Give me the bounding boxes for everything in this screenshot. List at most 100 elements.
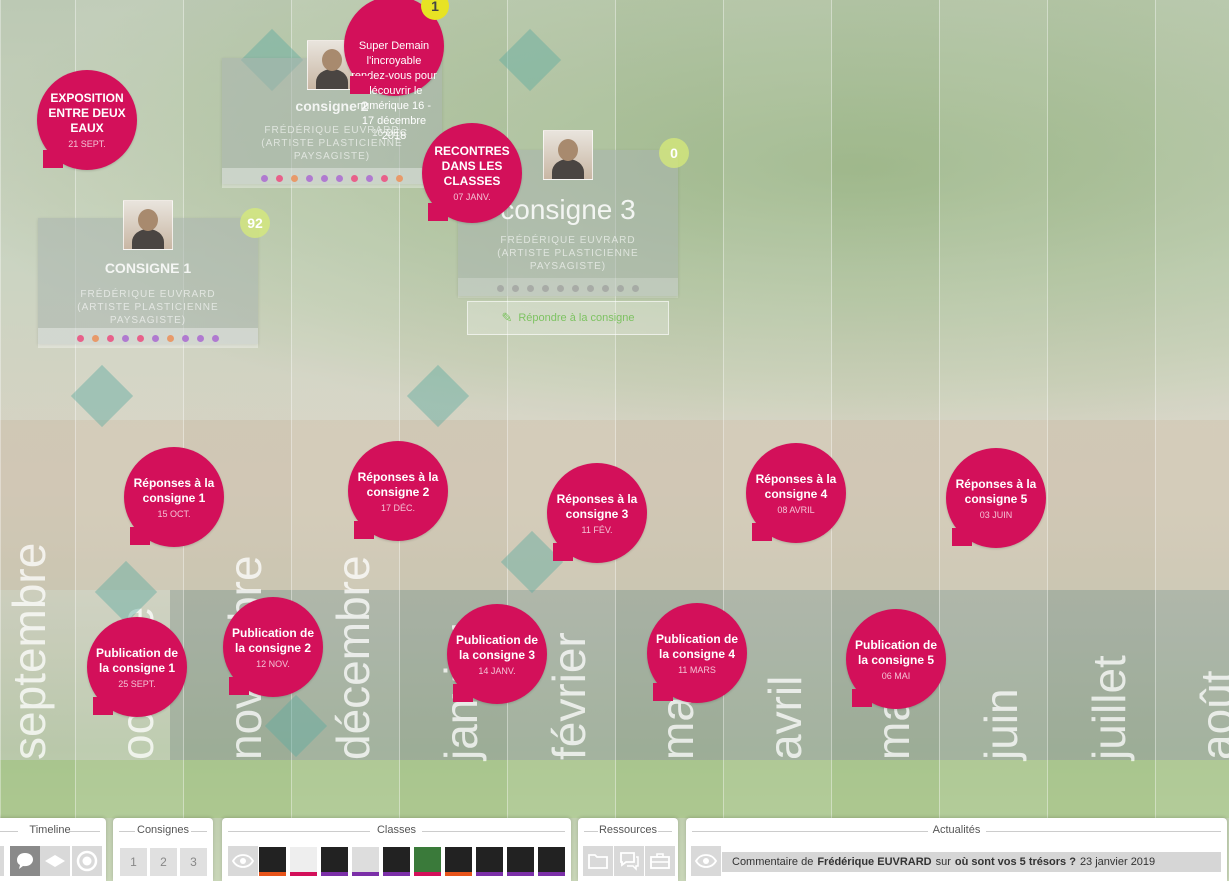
event-title: Super Demain l'incroyable rendez-vous po… — [351, 39, 437, 142]
event-date: 15 OCT. — [157, 508, 191, 519]
timeline-panel: Timeline — [0, 818, 106, 881]
respond-consigne-button[interactable]: ✎ Répondre à la consigne — [467, 301, 669, 335]
show-diamonds-button[interactable] — [40, 846, 70, 876]
event-title: Publication de la consigne 5 — [854, 637, 937, 667]
news-date: 23 janvier 2019 — [1079, 856, 1156, 868]
event-date: 21 SEPT. — [68, 139, 106, 149]
actualites-panel-title: Actualités — [932, 824, 981, 836]
speech-bubble-icon — [17, 853, 33, 869]
consigne-filter-2[interactable]: 2 — [150, 848, 177, 876]
class-thumbnail[interactable] — [383, 847, 410, 876]
event-title: Publication de la consigne 2 — [231, 625, 314, 655]
eye-toggle-button[interactable] — [0, 846, 4, 876]
consignes-panel-title: Consignes — [137, 824, 189, 836]
event-title: Publication de la consigne 4 — [655, 631, 738, 661]
event-bubble-publication-2[interactable]: Publication de la consigne 2 12 NOV. — [223, 597, 323, 697]
consigne-author: FRÉDÉRIQUE EUVRARD (ARTISTE PLASTICIENNE… — [497, 235, 639, 272]
avatar — [543, 130, 593, 180]
consigne-class-dots — [458, 278, 678, 298]
folder-icon — [588, 854, 608, 869]
show-targets-button[interactable] — [72, 846, 102, 876]
class-thumbnail[interactable] — [507, 847, 534, 876]
event-bubble-exposition[interactable]: EXPOSITION ENTRE DEUX EAUX 21 SEPT. — [37, 70, 137, 170]
event-title: Réponses à la consigne 5 — [955, 476, 1037, 506]
consigne-filter-1[interactable]: 1 — [120, 848, 147, 876]
news-item[interactable]: Commentaire de Frédérique EUVRARD sur où… — [722, 852, 1221, 872]
diamond-icon — [45, 855, 65, 867]
briefcase-icon — [650, 853, 670, 869]
class-thumbnail[interactable] — [321, 847, 348, 876]
event-title: Réponses à la consigne 1 — [133, 475, 215, 505]
event-date: 14 JANV. — [478, 665, 516, 676]
consigne-class-dots — [38, 328, 258, 348]
event-title: Publication de la consigne 1 — [95, 645, 178, 675]
news-author: Frédérique EUVRARD — [817, 856, 932, 868]
classes-panel-title: Classes — [376, 824, 417, 836]
month-label-aout: août — [1191, 670, 1229, 760]
response-count-badge: 92 — [240, 208, 270, 238]
event-date: 25 SEPT. — [118, 678, 156, 689]
consigne-class-dots — [222, 168, 442, 188]
avatar — [123, 200, 173, 250]
event-bubble-reponses-2[interactable]: Réponses à la consigne 2 17 DÉC. — [348, 441, 448, 541]
event-date: 07 JANV. — [453, 192, 491, 202]
month-label-decembre: décembre — [327, 555, 379, 760]
event-bubble-reponses-1[interactable]: Réponses à la consigne 1 15 OCT. — [124, 447, 224, 547]
event-title: Réponses à la consigne 4 — [755, 471, 837, 501]
target-icon — [76, 850, 98, 872]
event-bubble-rencontres[interactable]: RECONTRES DANS LES CLASSES 07 JANV. — [422, 123, 522, 223]
show-events-button[interactable] — [10, 846, 40, 876]
month-label-fevrier: février — [543, 632, 595, 760]
chat-icon — [620, 852, 639, 871]
pencil-icon: ✎ — [501, 310, 513, 325]
month-label-avril: avril — [759, 675, 811, 760]
month-label-septembre: septembre — [3, 542, 55, 760]
news-visibility-button[interactable] — [691, 846, 721, 876]
event-date: 03 JUIN — [979, 509, 1013, 520]
event-bubble-reponses-5[interactable]: Réponses à la consigne 5 03 JUIN — [946, 448, 1046, 548]
consigne-filter-3[interactable]: 3 — [180, 848, 207, 876]
classes-panel: Classes — [222, 818, 571, 881]
event-bubble-reponses-3[interactable]: Réponses à la consigne 3 11 FÉV. — [547, 463, 647, 563]
event-bubble-publication-4[interactable]: Publication de la consigne 4 11 MARS — [647, 603, 747, 703]
class-thumbnail[interactable] — [445, 847, 472, 876]
month-label-juin: juin — [975, 688, 1027, 760]
timeline-panel-title: Timeline — [29, 824, 71, 836]
eye-icon — [232, 854, 254, 868]
event-title: EXPOSITION ENTRE DEUX EAUX — [48, 91, 126, 135]
event-date: 12 NOV. — [256, 658, 290, 669]
consigne-title: CONSIGNE 1 — [104, 260, 192, 276]
classes-visibility-button[interactable] — [228, 846, 258, 876]
event-bubble-publication-1[interactable]: Publication de la consigne 1 25 SEPT. — [87, 617, 187, 717]
event-title: Réponses à la consigne 2 — [357, 469, 439, 499]
briefcase-button[interactable] — [645, 846, 675, 876]
event-date: 06 MAI — [881, 670, 911, 681]
news-middle: sur — [935, 856, 951, 868]
class-thumbnail[interactable] — [538, 847, 565, 876]
respond-consigne-label: Répondre à la consigne — [518, 312, 635, 324]
folder-button[interactable] — [583, 846, 613, 876]
event-bubble-publication-5[interactable]: Publication de la consigne 5 06 MAI — [846, 609, 946, 709]
event-bubble-publication-3[interactable]: Publication de la consigne 3 14 JANV. — [447, 604, 547, 704]
consignes-panel: Consignes 1 2 3 — [113, 818, 213, 881]
class-thumbnail[interactable] — [476, 847, 503, 876]
event-title: Publication de la consigne 3 — [455, 632, 538, 662]
ressources-panel-title: Ressources — [598, 824, 658, 836]
event-date: 11 MARS — [678, 664, 716, 675]
consigne-author: FRÉDÉRIQUE EUVRARD (ARTISTE PLASTICIENNE… — [77, 289, 219, 326]
class-thumbnail[interactable] — [352, 847, 379, 876]
eye-icon — [695, 854, 717, 868]
news-subject: où sont vos 5 trésors ? — [954, 856, 1076, 868]
event-bubble-reponses-4[interactable]: Réponses à la consigne 4 08 AVRIL — [746, 443, 846, 543]
event-title: Réponses à la consigne 3 — [556, 491, 638, 521]
timeline-stage: septembre octobre novembre décembre janv… — [0, 0, 1229, 881]
news-prefix: Commentaire de — [732, 856, 814, 868]
class-thumbnail[interactable] — [259, 847, 286, 876]
class-thumbnail[interactable] — [414, 847, 441, 876]
chat-button[interactable] — [614, 846, 644, 876]
class-thumbnail[interactable] — [290, 847, 317, 876]
event-title: RECONTRES DANS LES CLASSES — [434, 144, 510, 188]
event-date: 11 FÉV. — [581, 524, 613, 535]
ressources-panel: Ressources — [578, 818, 678, 881]
event-date: 08 AVRIL — [777, 504, 815, 515]
